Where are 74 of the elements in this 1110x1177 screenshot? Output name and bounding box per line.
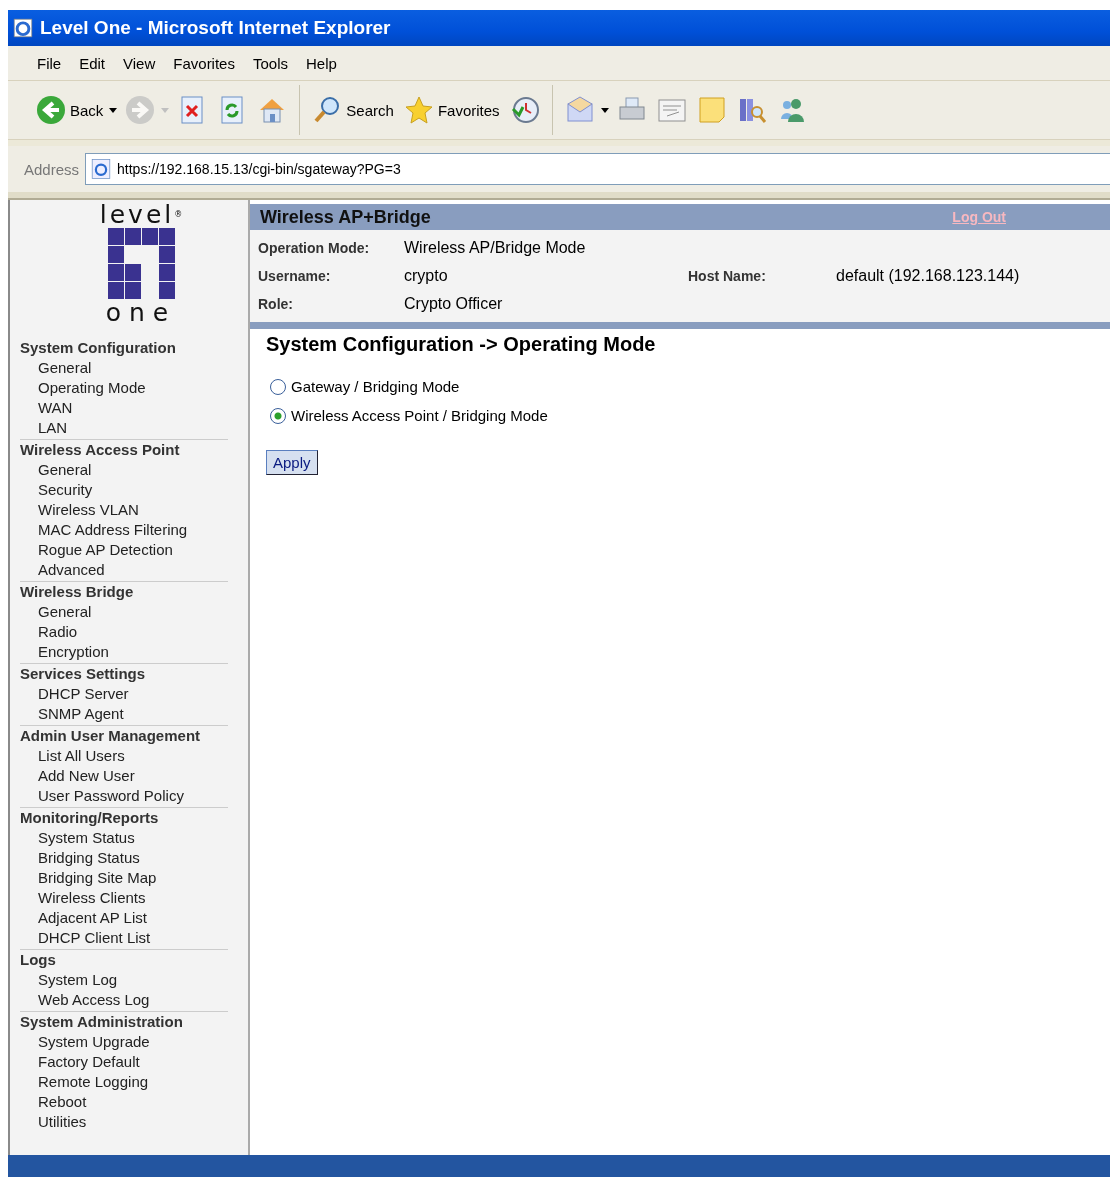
menu-item[interactable]: Edit	[70, 52, 115, 74]
nav-link[interactable]: LAN	[20, 418, 228, 438]
nav-link[interactable]: DHCP Client List	[20, 928, 228, 948]
field-label: Operation Mode:	[258, 240, 371, 256]
favorites-button[interactable]: Favorites	[401, 93, 502, 127]
page-icon	[90, 158, 113, 180]
nav-link[interactable]: Bridging Site Map	[20, 868, 228, 888]
logo: level$^{®}$ one	[98, 204, 184, 324]
field-value: Crypto Officer	[404, 295, 504, 313]
nav-link[interactable]: User Password Policy	[20, 786, 228, 806]
nav-heading[interactable]: System Configuration	[20, 338, 228, 358]
nav-link[interactable]: Add New User	[20, 766, 228, 786]
menu-item[interactable]: Help	[297, 52, 346, 74]
apply-button[interactable]: Apply	[266, 450, 318, 475]
address-field[interactable]: https://192.168.15.13/cgi-bin/sgateway?PG=3	[85, 153, 1110, 185]
nav-link[interactable]: DHCP Server	[20, 684, 228, 704]
nav-link[interactable]: System Upgrade	[20, 1032, 228, 1052]
nav-heading[interactable]: Wireless Access Point	[20, 440, 228, 460]
radio-button[interactable]	[270, 407, 286, 424]
nav-link[interactable]: List All Users	[20, 746, 228, 766]
dropdown-caret-icon[interactable]	[109, 107, 118, 113]
envelope-icon[interactable]	[564, 95, 595, 125]
nav-heading[interactable]: System Administration	[20, 1012, 228, 1032]
menu-item[interactable]: View	[114, 52, 165, 74]
nav-heading[interactable]: Monitoring/Reports	[20, 808, 228, 828]
nav-link[interactable]: Operating Mode	[20, 378, 228, 398]
nav-link[interactable]: Wireless Clients	[20, 888, 228, 908]
search-button[interactable]: Search	[310, 93, 396, 127]
menu-item[interactable]: File	[28, 52, 71, 74]
nav-link[interactable]: System Status	[20, 828, 228, 848]
section-heading: System Configuration -> Operating Mode	[266, 333, 656, 356]
nav-heading[interactable]: Logs	[20, 950, 228, 970]
nav-link[interactable]: Remote Logging	[20, 1072, 228, 1092]
nav-link[interactable]: Advanced	[20, 560, 228, 580]
nav-link[interactable]: Adjacent AP List	[20, 908, 228, 928]
nav-link[interactable]: Encryption	[20, 642, 228, 662]
field-value: crypto	[404, 267, 449, 285]
field-label: Username:	[258, 268, 332, 284]
browser-icon	[12, 17, 34, 39]
nav-link[interactable]: Web Access Log	[20, 990, 228, 1010]
nav-heading[interactable]: Services Settings	[20, 664, 228, 684]
dropdown-caret-icon[interactable]	[600, 107, 609, 113]
menu-item[interactable]: Favorites	[164, 52, 244, 74]
nav-heading[interactable]: Wireless Bridge	[20, 582, 228, 602]
address-label: Address	[24, 160, 80, 178]
page-title: Wireless AP+Bridge	[260, 206, 431, 228]
nav-link[interactable]: General	[20, 460, 228, 480]
radio-button[interactable]	[270, 378, 286, 395]
nav-link[interactable]: WAN	[20, 398, 228, 418]
back-button[interactable]: Back	[34, 93, 106, 127]
radio-label: Gateway / Bridging Mode	[291, 378, 460, 395]
field-value: Wireless AP/Bridge Mode	[404, 239, 587, 257]
nav-link[interactable]: General	[20, 602, 228, 622]
nav-link[interactable]: Rogue AP Detection	[20, 540, 228, 560]
radio-label: Wireless Access Point / Bridging Mode	[291, 407, 548, 424]
field-label: Host Name:	[688, 268, 767, 284]
nav-link[interactable]: MAC Address Filtering	[20, 520, 228, 540]
nav-link[interactable]: Factory Default	[20, 1052, 228, 1072]
nav-link[interactable]: Security	[20, 480, 228, 500]
nav-link[interactable]: System Log	[20, 970, 228, 990]
window-title: Level One - Microsoft Internet Explorer	[40, 17, 391, 39]
field-value: default (192.168.123.144)	[836, 267, 1020, 285]
menu-item[interactable]: Tools	[243, 52, 297, 74]
nav-link[interactable]: Utilities	[20, 1112, 228, 1132]
nav-link[interactable]: Radio	[20, 622, 228, 642]
field-label: Role:	[258, 296, 294, 312]
star-icon	[403, 95, 434, 125]
nav-link[interactable]: Reboot	[20, 1092, 228, 1112]
nav-link[interactable]: Wireless VLAN	[20, 500, 228, 520]
clock-icon[interactable]	[509, 95, 540, 125]
nav-link[interactable]: General	[20, 358, 228, 378]
nav-link[interactable]: Bridging Status	[20, 848, 228, 868]
nav-heading[interactable]: Admin User Management	[20, 726, 228, 746]
nav-link[interactable]: SNMP Agent	[20, 704, 228, 724]
